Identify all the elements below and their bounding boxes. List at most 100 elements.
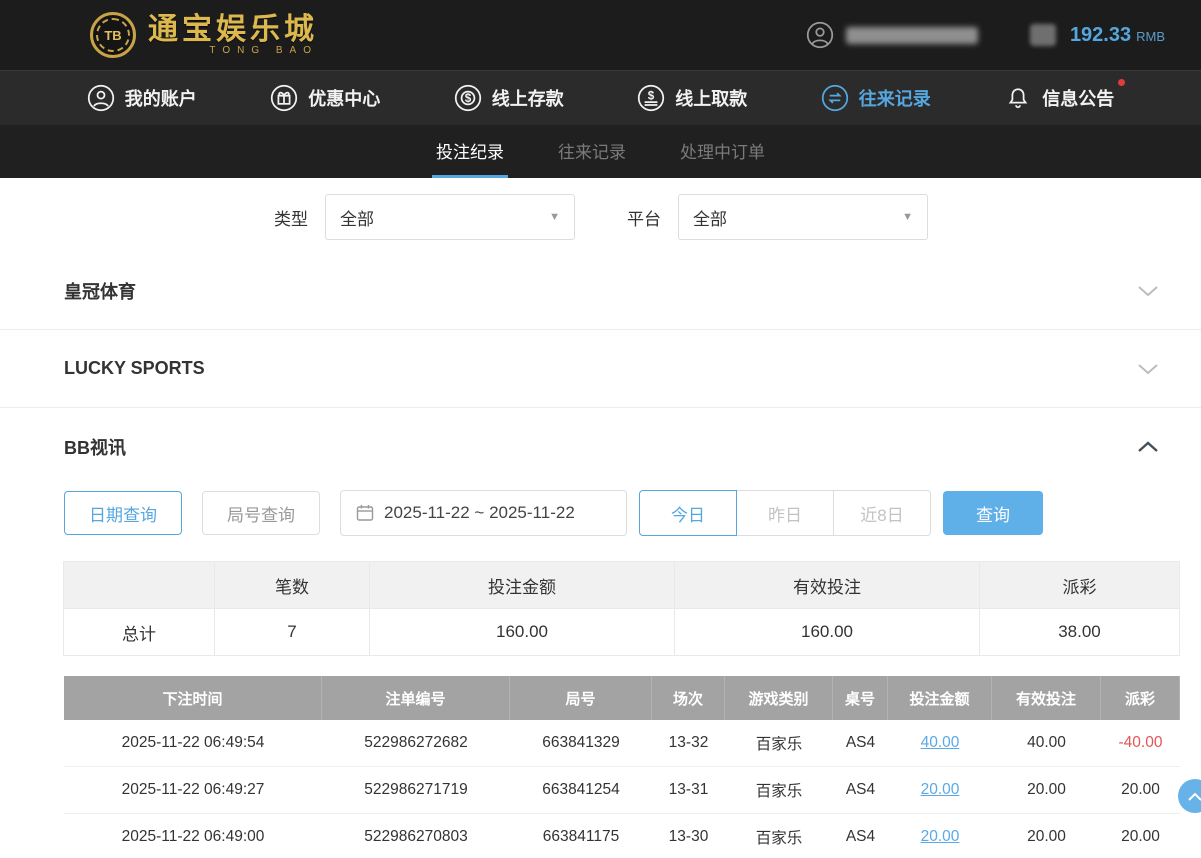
logo-title: 通宝娱乐城 [148,14,318,46]
user-icon [87,84,115,112]
summary-header-blank [63,561,215,609]
withdraw-icon: $ [637,84,665,112]
bet-amount-link[interactable]: 20.00 [921,781,960,799]
section-bb-video[interactable]: BB视讯 [0,408,1201,486]
cell-game-type: 百家乐 [725,814,833,858]
nav-item-transactions[interactable]: 往来记录 [821,84,931,112]
col-header-payout: 派彩 [1101,676,1180,720]
platform-label: 平台 [627,205,661,230]
deposit-icon: $ [454,84,482,112]
cell-round-id: 663841175 [510,814,652,858]
section-lucky-sports[interactable]: LUCKY SPORTS [0,330,1201,408]
summary-header-bet-amount: 投注金额 [369,561,675,609]
cell-game-type: 百家乐 [725,720,833,767]
logo-chip-text: TB [104,28,121,43]
svg-text:$: $ [465,92,472,105]
username-blurred [846,27,978,44]
col-header-session: 场次 [652,676,725,720]
summary-table: 笔数 投注金额 有效投注 派彩 总计 7 160.00 160.00 38.00 [64,562,1180,656]
summary-header-payout: 派彩 [979,561,1180,609]
chevron-down-icon: ▼ [902,211,913,223]
cell-bet-id: 522986272682 [322,720,510,767]
nav-label: 线上存款 [492,85,564,111]
transfer-icon [821,84,849,112]
filter-bar: 类型 全部 ▼ 平台 全部 ▼ [274,194,1201,240]
yesterday-button[interactable]: 昨日 [736,490,834,536]
logo-subtitle: TONG BAO [209,45,318,56]
col-header-game-type: 游戏类别 [725,676,833,720]
logo-text: 通宝娱乐城 TONG BAO [148,14,318,57]
cell-bet-id: 522986270803 [322,814,510,858]
top-bar: TB 通宝娱乐城 TONG BAO 192.33 RMB [0,0,1201,70]
summary-total-label: 总计 [63,608,215,656]
nav-item-my-account[interactable]: 我的账户 [87,84,197,112]
nav-item-withdraw[interactable]: $ 线上取款 [637,84,747,112]
type-select-value: 全部 [340,205,374,230]
cell-bet-id: 522986271719 [322,767,510,814]
cell-session: 13-30 [652,814,725,858]
main-nav: 我的账户 优惠中心 $ 线上存款 $ 线上取款 往来记录 信息公告 [0,70,1201,125]
section-title: LUCKY SPORTS [64,358,205,379]
col-header-round-id: 局号 [510,676,652,720]
quick-date-group: 今日 昨日 近8日 [639,490,931,536]
svg-text:$: $ [648,90,655,103]
sub-tab-bar: 投注纪录 往来记录 处理中订单 [0,125,1201,178]
cell-round-id: 663841254 [510,767,652,814]
search-button[interactable]: 查询 [943,491,1043,535]
chevron-up-icon [1188,792,1201,801]
type-select[interactable]: 全部 ▼ [325,194,575,240]
tab-pending-orders[interactable]: 处理中订单 [676,125,769,178]
nav-label: 优惠中心 [308,85,380,111]
chevron-down-icon [1137,285,1159,297]
platform-select-value: 全部 [693,205,727,230]
nav-label: 我的账户 [125,85,197,111]
cell-payout: 20.00 [1101,767,1180,814]
platform-select[interactable]: 全部 ▼ [678,194,928,240]
wallet-icon[interactable] [1030,24,1056,46]
chevron-down-icon [1137,363,1159,375]
nav-item-deposit[interactable]: $ 线上存款 [454,84,564,112]
cell-valid-bet: 20.00 [992,814,1101,858]
balance-currency: RMB [1136,29,1165,44]
cell-session: 13-32 [652,720,725,767]
filter-type: 类型 全部 ▼ [274,194,575,240]
cell-payout: -40.00 [1101,720,1180,767]
balance-display: 192.33 RMB [1070,24,1165,47]
summary-count-value: 7 [214,608,370,656]
bet-amount-link[interactable]: 40.00 [921,734,960,752]
col-header-bet-id: 注单编号 [322,676,510,720]
bet-records-table: 下注时间 注单编号 局号 场次 游戏类别 桌号 投注金额 有效投注 派彩 202… [64,676,1180,858]
chevron-down-icon: ▼ [549,211,560,223]
logo-chip-icon: TB [90,12,136,58]
col-header-valid-bet: 有效投注 [992,676,1101,720]
notification-dot [1118,79,1125,86]
round-query-button[interactable]: 局号查询 [202,491,320,535]
calendar-icon [356,504,374,522]
last-8-days-button[interactable]: 近8日 [833,490,931,536]
cell-valid-bet: 20.00 [992,767,1101,814]
tab-bet-records[interactable]: 投注纪录 [432,125,508,178]
date-range-picker[interactable]: 2025-11-22 ~ 2025-11-22 [340,490,627,536]
tab-transaction-records[interactable]: 往来记录 [554,125,630,178]
gift-icon [270,84,298,112]
summary-header-valid-bet: 有效投注 [674,561,980,609]
date-query-button[interactable]: 日期查询 [64,491,182,535]
user-avatar-icon[interactable] [806,21,834,49]
today-button[interactable]: 今日 [639,490,737,536]
cell-bet-time: 2025-11-22 06:49:27 [64,767,322,814]
cell-game-type: 百家乐 [725,767,833,814]
cell-payout: 20.00 [1101,814,1180,858]
cell-bet-time: 2025-11-22 06:49:00 [64,814,322,858]
col-header-bet-amount: 投注金额 [888,676,992,720]
nav-label: 线上取款 [675,85,747,111]
bell-icon [1004,84,1032,112]
section-title: BB视讯 [64,434,126,460]
nav-item-announcements[interactable]: 信息公告 [1004,84,1114,112]
nav-item-promotions[interactable]: 优惠中心 [270,84,380,112]
section-crown-sports[interactable]: 皇冠体育 [0,252,1201,330]
brand-logo[interactable]: TB 通宝娱乐城 TONG BAO [90,12,318,58]
bet-amount-link[interactable]: 20.00 [921,828,960,846]
query-bar: 日期查询 局号查询 2025-11-22 ~ 2025-11-22 今日 昨日 … [64,490,1201,536]
cell-round-id: 663841329 [510,720,652,767]
chevron-up-icon [1137,441,1159,453]
